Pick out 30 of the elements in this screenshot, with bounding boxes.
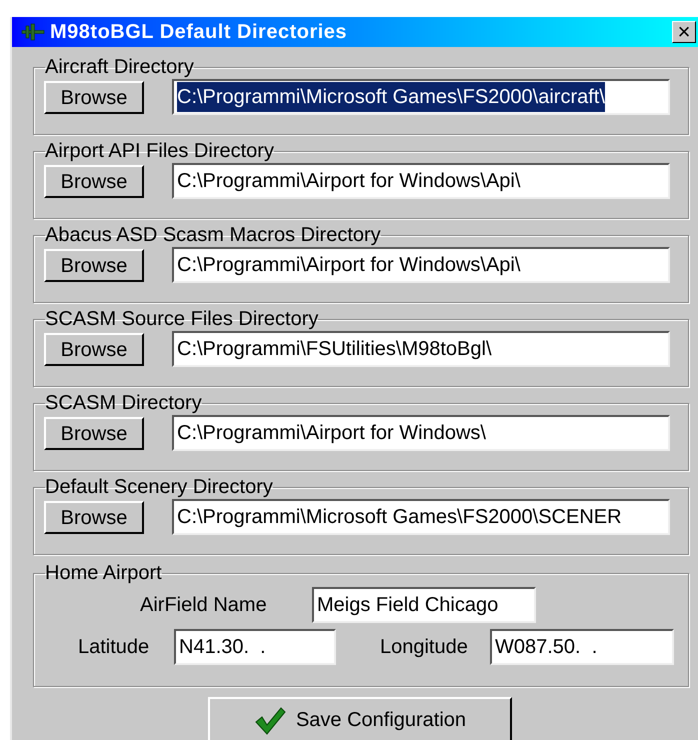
group-label: SCASM Source Files Directory [45, 309, 318, 329]
group-label: Airport API Files Directory [45, 141, 274, 161]
group-label: SCASM Directory [45, 393, 202, 413]
browse-button[interactable]: Browse [44, 332, 144, 366]
field-label: Latitude [78, 635, 150, 660]
checkmark-icon [254, 705, 286, 735]
browse-button[interactable]: Browse [44, 500, 144, 534]
directory-field[interactable]: C:\Programmi\Airport for Windows\ [172, 415, 670, 451]
browse-button[interactable]: Browse [44, 164, 144, 198]
group-label: Default Scenery Directory [45, 477, 273, 497]
directory-field[interactable]: C:\Programmi\Microsoft Games\FS2000\aircraft\ [172, 79, 670, 115]
field-label: Longitude [380, 635, 469, 660]
directory-field[interactable]: C:\Programmi\FSUtilities\M98toBgl\ [172, 331, 670, 367]
browse-button[interactable]: Browse [44, 416, 144, 450]
group-label: Home Airport [45, 563, 162, 583]
window-title: M98toBGL Default Directories [50, 20, 348, 45]
latitude-field[interactable]: N41.30. . [174, 629, 336, 665]
directory-field[interactable]: C:\Programmi\Airport for Windows\Api\ [172, 247, 670, 283]
close-button[interactable]: × [672, 21, 696, 43]
airfield-name-field[interactable]: Meigs Field Chicago [312, 587, 536, 623]
airplane-icon [20, 22, 46, 42]
browse-button[interactable]: Browse [44, 80, 144, 114]
longitude-field[interactable]: W087.50. . [490, 629, 674, 665]
group-label: Aircraft Directory [45, 57, 194, 77]
group-label: Abacus ASD Scasm Macros Directory [45, 225, 381, 245]
directory-field[interactable]: C:\Programmi\Microsoft Games\FS2000\SCENER [172, 499, 670, 535]
browse-button[interactable]: Browse [44, 248, 144, 282]
save-configuration-button[interactable]: Save Configuration [208, 697, 512, 740]
field-label: AirField Name [140, 593, 268, 618]
directory-field[interactable]: C:\Programmi\Airport for Windows\Api\ [172, 163, 670, 199]
